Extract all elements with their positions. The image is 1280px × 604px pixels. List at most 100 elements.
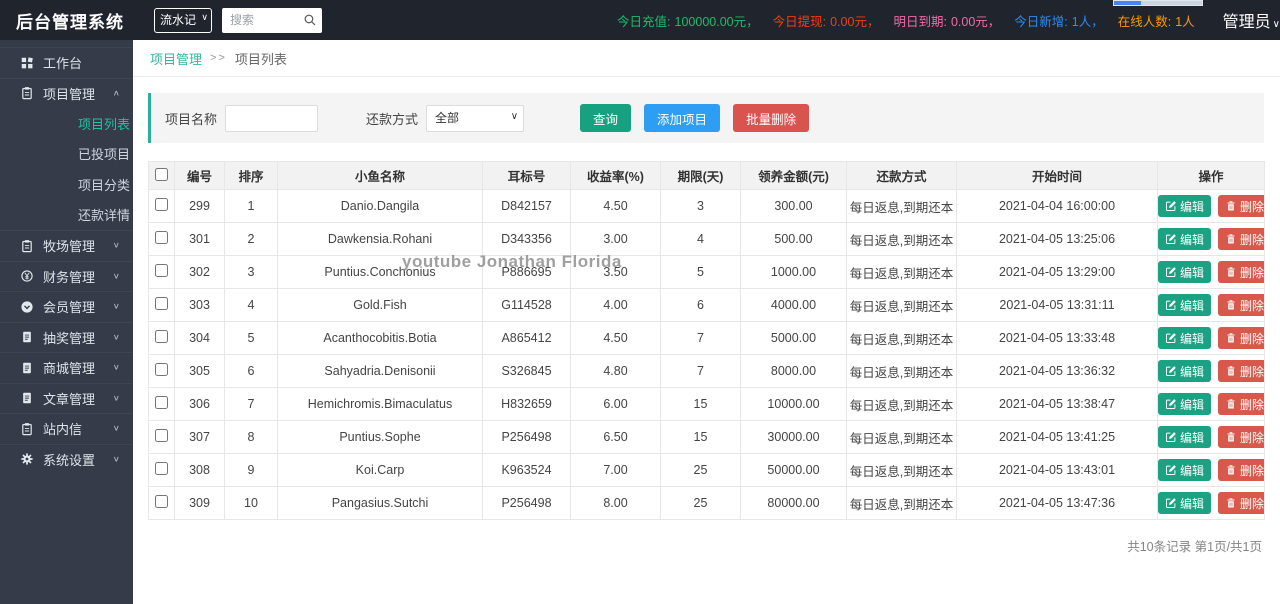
query-button[interactable]: 查询 (580, 104, 632, 132)
trash-icon (1225, 200, 1237, 212)
cell-amount: 80000.00 (740, 486, 847, 520)
stat-item: 今日充值: 100000.00元， (617, 11, 759, 30)
add-project-button[interactable]: 添加项目 (644, 104, 721, 132)
column-header: 操作 (1157, 161, 1265, 190)
sidebar-item[interactable]: 财务管理 ∨ (0, 260, 133, 292)
edit-icon (1165, 233, 1177, 245)
edit-button[interactable]: 编辑 (1158, 360, 1212, 382)
cell-fish-name: Koi.Carp (277, 453, 483, 487)
delete-button[interactable]: 删除 (1218, 426, 1264, 448)
cell-ear-tag: P256498 (482, 420, 571, 454)
sidebar-item-label: 项目管理 (43, 86, 96, 102)
cell-ear-tag: G114528 (482, 288, 571, 322)
cell-amount: 5000.00 (740, 321, 847, 355)
delete-button[interactable]: 删除 (1218, 261, 1264, 283)
sidebar-item[interactable]: 工作台 (0, 47, 133, 78)
cell-id: 309 (174, 486, 225, 520)
edit-button[interactable]: 编辑 (1158, 294, 1212, 316)
cell-ear-tag: K963524 (482, 453, 571, 487)
stat-value: 0.00元， (950, 14, 1001, 29)
sidebar-item[interactable]: 项目管理 ∧ (0, 77, 133, 109)
trash-icon (1225, 398, 1237, 410)
row-checkbox[interactable] (155, 462, 168, 475)
delete-button[interactable]: 删除 (1218, 294, 1264, 316)
sidebar-item[interactable]: 已投项目 (0, 139, 133, 170)
row-checkbox[interactable] (155, 198, 168, 211)
cell-repay-method: 每日返息,到期还本 (846, 255, 957, 289)
sidebar-item[interactable]: 商城管理 ∨ (0, 352, 133, 383)
stat-label: 在线人数: (1117, 14, 1172, 29)
edit-button[interactable]: 编辑 (1158, 393, 1212, 415)
sidebar-item[interactable]: 系统设置 ∨ (0, 443, 133, 475)
cell-start-time: 2021-04-05 13:36:32 (956, 354, 1158, 388)
row-checkbox[interactable] (155, 495, 168, 508)
breadcrumb-section[interactable]: 项目管理 (150, 49, 202, 68)
sidebar-item[interactable]: 文章管理 ∨ (0, 382, 133, 414)
row-checkbox[interactable] (155, 264, 168, 277)
row-checkbox[interactable] (155, 297, 168, 310)
sidebar-item[interactable]: 牧场管理 ∨ (0, 230, 133, 261)
row-checkbox[interactable] (155, 429, 168, 442)
clip-icon (20, 86, 34, 100)
batch-delete-button[interactable]: 批量删除 (733, 104, 810, 132)
cell-fish-name: Acanthocobitis.Botia (277, 321, 483, 355)
select-all-checkbox[interactable] (155, 167, 168, 181)
delete-button[interactable]: 删除 (1218, 459, 1264, 481)
delete-button[interactable]: 删除 (1218, 327, 1264, 349)
chevron-icon: ∨ (112, 424, 120, 434)
cell-start-time: 2021-04-05 13:47:36 (956, 486, 1158, 520)
edit-icon (1165, 398, 1177, 410)
stat-item: 今日提现: 0.00元， (773, 11, 880, 30)
delete-button[interactable]: 删除 (1218, 360, 1264, 382)
sidebar-item[interactable]: 还款详情 (0, 200, 133, 231)
cell-start-time: 2021-04-05 13:41:25 (956, 420, 1158, 454)
trash-icon (1225, 497, 1237, 509)
project-name-label: 项目名称 (165, 111, 218, 127)
delete-button[interactable]: 删除 (1218, 393, 1264, 415)
sidebar-item[interactable]: 站内信 ∨ (0, 413, 133, 444)
sidebar-item[interactable]: 会员管理 ∨ (0, 291, 133, 322)
module-select[interactable]: 流水记录 (154, 7, 212, 33)
trash-icon (1225, 266, 1237, 278)
cell-amount: 50000.00 (740, 453, 847, 487)
repay-method-select[interactable]: 全部 (426, 104, 525, 132)
sliver-blue-segment (1114, 1, 1141, 5)
delete-button[interactable]: 删除 (1218, 195, 1264, 217)
row-checkbox[interactable] (155, 330, 168, 343)
sidebar: 工作台 项目管理 ∧ 项目列表 已投项目 项目分类 还款详情 牧场管理 ∨ 财务… (0, 40, 133, 604)
row-checkbox[interactable] (155, 363, 168, 376)
chevron-icon: ∨ (112, 271, 120, 281)
edit-button[interactable]: 编辑 (1158, 459, 1212, 481)
edit-button[interactable]: 编辑 (1158, 426, 1212, 448)
sidebar-item[interactable]: 项目列表 (0, 108, 133, 139)
edit-button[interactable]: 编辑 (1158, 195, 1212, 217)
row-checkbox[interactable] (155, 396, 168, 409)
column-header: 小鱼名称 (277, 161, 483, 190)
row-checkbox[interactable] (155, 231, 168, 244)
column-header: 开始时间 (956, 161, 1158, 190)
cell-rate: 4.80 (570, 354, 661, 388)
cell-fish-name: Dawkensia.Rohani (277, 222, 483, 256)
table-row: 302 3 Puntius.Conchonius P886695 3.50 5 … (148, 255, 1265, 289)
sidebar-item[interactable]: 抽奖管理 ∨ (0, 321, 133, 353)
delete-button[interactable]: 删除 (1218, 492, 1264, 514)
edit-button[interactable]: 编辑 (1158, 492, 1212, 514)
cell-start-time: 2021-04-05 13:29:00 (956, 255, 1158, 289)
delete-button[interactable]: 删除 (1218, 228, 1264, 250)
project-name-input[interactable] (225, 104, 319, 132)
sidebar-item[interactable]: 项目分类 (0, 169, 133, 200)
edit-button[interactable]: 编辑 (1158, 261, 1212, 283)
cell-start-time: 2021-04-05 13:43:01 (956, 453, 1158, 487)
sidebar-item-label: 站内信 (43, 422, 83, 438)
admin-menu[interactable]: 管理员 ∨ (1223, 8, 1280, 32)
edit-button[interactable]: 编辑 (1158, 327, 1212, 349)
yen-icon (20, 269, 34, 283)
edit-button[interactable]: 编辑 (1158, 228, 1212, 250)
cell-repay-method: 每日返息,到期还本 (846, 288, 957, 322)
cell-repay-method: 每日返息,到期还本 (846, 420, 957, 454)
sidebar-item-label: 还款详情 (78, 208, 131, 224)
search-box (222, 7, 322, 33)
table-row: 309 10 Pangasius.Sutchi P256498 8.00 25 … (148, 486, 1265, 520)
cell-rate: 3.50 (570, 255, 661, 289)
chevron-icon: ∨ (112, 363, 120, 373)
